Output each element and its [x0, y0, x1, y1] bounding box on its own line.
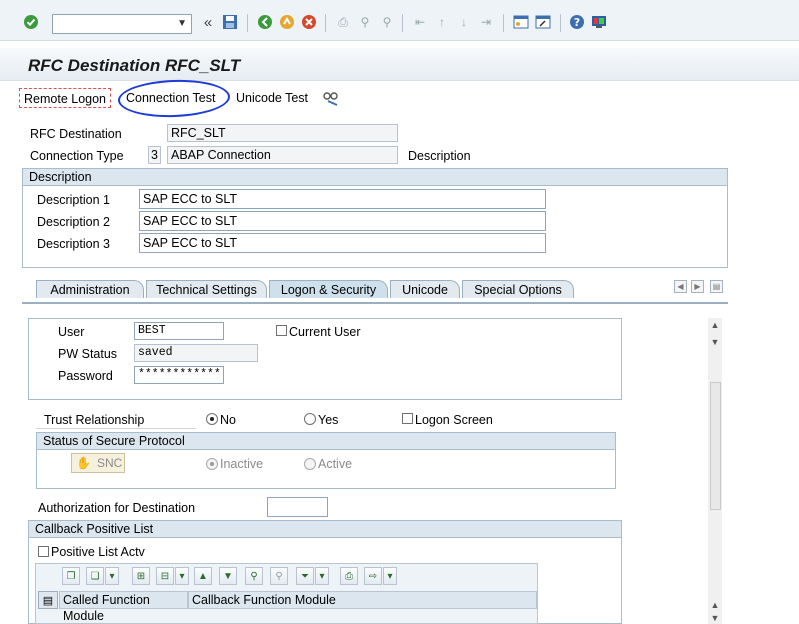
logon-screen-checkbox[interactable] — [402, 413, 413, 424]
paste-icon[interactable]: ❏ — [86, 567, 104, 585]
paste-menu-chevron-icon[interactable]: ▾ — [105, 567, 119, 585]
print-preview-icon[interactable]: ⎙ — [340, 567, 358, 585]
sort-descending-icon[interactable]: ▼ — [219, 567, 237, 585]
find-icon[interactable]: ⚲ — [356, 13, 374, 31]
positive-list-label: Positive List Actv — [51, 545, 145, 559]
scrollbar-thumb[interactable] — [710, 382, 721, 510]
active-radio[interactable] — [304, 458, 316, 470]
last-page-icon[interactable]: ⇥ — [477, 13, 495, 31]
current-user-checkbox[interactable] — [276, 325, 287, 336]
append-row-icon[interactable]: ⊞ — [132, 567, 150, 585]
filter-menu-chevron-icon[interactable]: ▾ — [315, 567, 329, 585]
authorization-label: Authorization for Destination — [38, 501, 196, 515]
tab-special-options[interactable]: Special Options — [462, 280, 574, 298]
description-3-input[interactable]: SAP ECC to SLT — [139, 233, 546, 253]
snc-button-label: SNC — [96, 456, 123, 470]
pw-status-label: PW Status — [58, 347, 118, 361]
description-1-input[interactable]: SAP ECC to SLT — [139, 189, 546, 209]
help-icon[interactable]: ? — [568, 13, 586, 31]
previous-page-icon[interactable]: ↑ — [433, 13, 451, 31]
trust-yes-label: Yes — [318, 413, 339, 427]
page-title: RFC Destination RFC_SLT — [28, 56, 241, 75]
snc-icon: ✋ — [76, 456, 91, 470]
positive-list-checkbox[interactable] — [38, 546, 49, 557]
pw-status-field: saved — [134, 344, 258, 362]
unicode-test-button[interactable]: Unicode Test — [232, 88, 312, 108]
scroll-up-icon[interactable]: ▲ — [709, 320, 721, 330]
command-field[interactable]: ▼ — [52, 14, 192, 34]
rfc-destination-field: RFC_SLT — [167, 124, 398, 142]
row-menu-chevron-icon[interactable]: ▾ — [175, 567, 189, 585]
export-menu-chevron-icon[interactable]: ▾ — [383, 567, 397, 585]
select-all-icon[interactable]: ▤ — [38, 591, 58, 609]
user-label: User — [58, 325, 85, 339]
print-icon[interactable]: ⎙ — [334, 13, 352, 31]
chevron-down-icon[interactable]: ▼ — [177, 18, 187, 29]
tab-scroll-right-icon[interactable]: ▶ — [691, 280, 704, 293]
find-icon[interactable]: ⚲ — [245, 567, 263, 585]
connection-type-field: ABAP Connection — [167, 146, 398, 164]
authorization-input[interactable] — [267, 497, 328, 517]
description-label: Description — [408, 149, 471, 163]
tab-list-icon[interactable]: ▤ — [710, 280, 723, 293]
filter-icon[interactable]: ⏷ — [296, 567, 314, 585]
find-next-icon[interactable]: ⚲ — [270, 567, 288, 585]
scroll-page-up-icon[interactable]: ▲ — [709, 600, 721, 610]
secure-protocol-title: Status of Secure Protocol — [37, 433, 615, 450]
next-page-icon[interactable]: ↓ — [455, 13, 473, 31]
delete-row-icon[interactable]: ⊟ — [156, 567, 174, 585]
description-1-label: Description 1 — [37, 193, 110, 207]
first-page-icon[interactable]: ⇤ — [411, 13, 429, 31]
find-next-icon[interactable]: ⚲ — [378, 13, 396, 31]
scroll-down-small-icon[interactable]: ▼ — [709, 337, 721, 347]
exit-icon[interactable] — [278, 13, 296, 31]
tab-scroll-left-icon[interactable]: ◀ — [674, 280, 687, 293]
description-2-label: Description 2 — [37, 215, 110, 229]
tab-technical-settings[interactable]: Technical Settings — [146, 280, 267, 298]
customize-layout-icon[interactable] — [590, 13, 608, 31]
trust-relationship-label: Trust Relationship — [44, 413, 145, 427]
active-label: Active — [318, 457, 353, 471]
connection-type-code: 3 — [148, 146, 161, 164]
enter-icon[interactable] — [22, 13, 40, 31]
current-user-label: Current User — [289, 325, 361, 339]
password-input[interactable]: ************ — [134, 366, 224, 384]
export-icon[interactable]: ⇨ — [364, 567, 382, 585]
scroll-page-down-icon[interactable]: ▼ — [709, 613, 721, 623]
copy-icon[interactable]: ❐ — [62, 567, 80, 585]
tab-unicode[interactable]: Unicode — [390, 280, 460, 298]
save-icon[interactable] — [221, 13, 239, 31]
new-session-icon[interactable] — [512, 13, 530, 31]
callback-group-title: Callback Positive List — [29, 521, 621, 538]
glasses-icon[interactable] — [322, 89, 340, 107]
rfc-destination-label: RFC Destination — [30, 127, 122, 141]
column-called-function-module[interactable]: Called Function Module — [59, 591, 188, 623]
cancel-icon[interactable] — [300, 13, 318, 31]
sort-ascending-icon[interactable]: ▲ — [194, 567, 212, 585]
back-icon[interactable] — [256, 13, 274, 31]
column-callback-function-module[interactable]: Callback Function Module — [188, 591, 537, 609]
back-nav-icon[interactable]: « — [199, 13, 217, 31]
svg-text:?: ? — [574, 16, 580, 29]
password-label: Password — [58, 369, 113, 383]
description-group-title: Description — [23, 169, 727, 186]
description-2-input[interactable]: SAP ECC to SLT — [139, 211, 546, 231]
trust-yes-radio[interactable] — [304, 413, 316, 425]
tab-administration[interactable]: Administration — [36, 280, 144, 298]
trust-no-label: No — [220, 413, 236, 427]
tab-logon-security[interactable]: Logon & Security — [269, 280, 388, 298]
logon-screen-label: Logon Screen — [415, 413, 493, 427]
description-3-label: Description 3 — [37, 237, 110, 251]
remote-logon-button[interactable]: Remote Logon — [19, 88, 112, 108]
user-input[interactable]: BEST — [134, 322, 224, 340]
connection-type-label: Connection Type — [30, 149, 124, 163]
inactive-radio[interactable] — [206, 458, 218, 470]
trust-no-radio[interactable] — [206, 413, 218, 425]
shortcut-icon[interactable] — [534, 13, 552, 31]
inactive-label: Inactive — [220, 457, 264, 471]
snc-button[interactable]: ✋ SNC — [71, 453, 125, 473]
